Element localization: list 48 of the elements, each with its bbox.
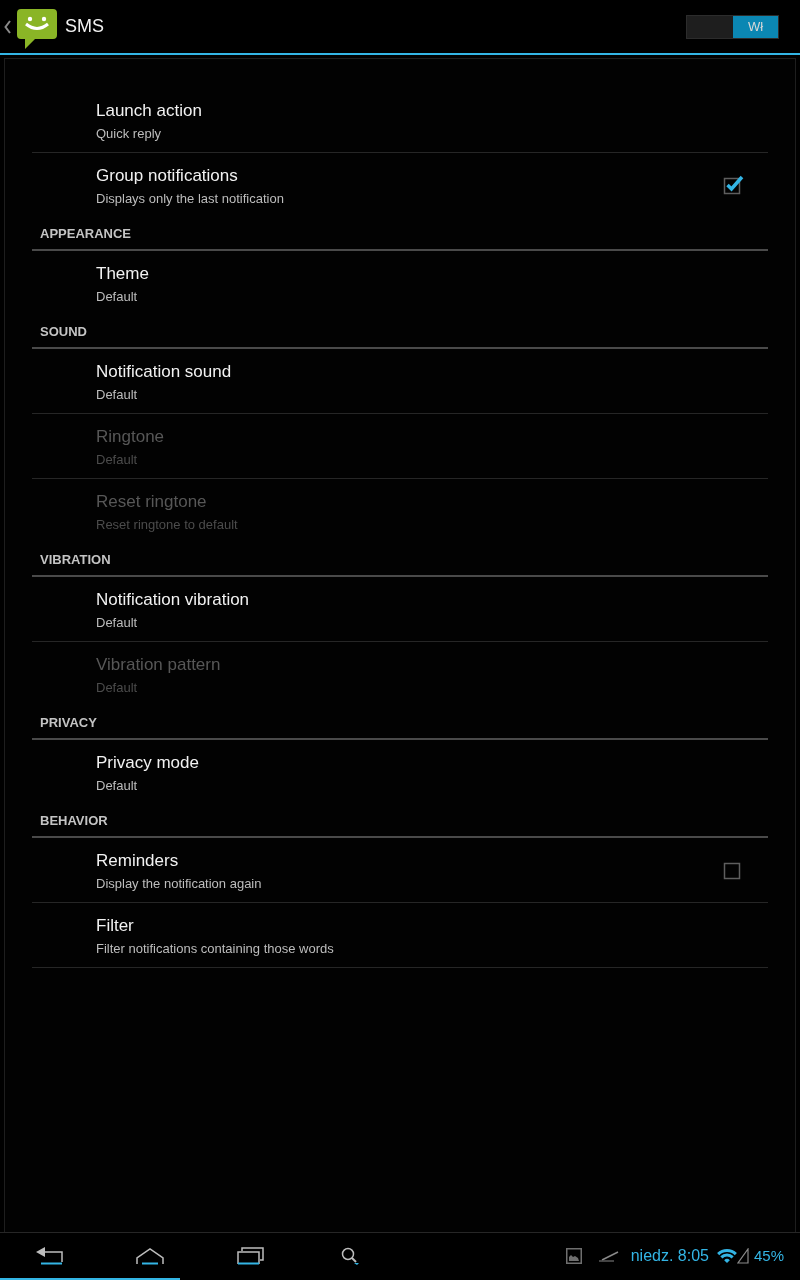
preference-row[interactable]: Reminders Display the notification again — [32, 838, 768, 903]
clock-text[interactable]: niedz. 8:05 — [630, 1246, 709, 1265]
preference-summary: Default — [96, 615, 138, 631]
preference-summary: Displays only the last notification — [96, 191, 284, 207]
preference-title: Filter — [96, 916, 134, 936]
preference-row[interactable]: Group notifications Displays only the last notification — [32, 153, 768, 218]
preference-title: Notification vibration — [96, 590, 250, 610]
section-header: APPEARANCE — [32, 218, 768, 251]
home-icon — [136, 1246, 164, 1265]
preference-summary: Default — [96, 289, 138, 305]
preference-summary: Display the notification again — [96, 876, 262, 892]
preference-title: Vibration pattern — [96, 655, 221, 675]
preference-title: Theme — [96, 264, 149, 284]
back-caret-icon[interactable] — [4, 19, 11, 34]
preference-row[interactable]: Notification sound Default — [32, 349, 768, 414]
preference-row[interactable]: Notification vibration Default — [32, 577, 768, 642]
preference-row[interactable]: Theme Default — [32, 251, 768, 316]
preference-summary: Filter notifications containing those words — [96, 941, 334, 957]
app-title: SMS — [65, 16, 104, 37]
section-header: SOUND — [32, 316, 768, 349]
search-icon — [341, 1246, 359, 1265]
signal-icon[interactable] — [736, 1247, 749, 1264]
pen-icon[interactable] — [598, 1249, 619, 1262]
preference-row[interactable]: Launch action Quick reply — [32, 88, 768, 153]
image-icon[interactable] — [565, 1247, 582, 1264]
preference-summary: Default — [96, 452, 138, 468]
battery-text[interactable]: 45% — [753, 1247, 784, 1264]
preference-summary: Default — [96, 387, 138, 403]
preference-row[interactable]: Privacy mode Default — [32, 740, 768, 805]
section-header: BEHAVIOR — [32, 805, 768, 838]
preference-title: Group notifications — [96, 166, 238, 186]
preference-title: Notification sound — [96, 362, 232, 382]
section-header: VIBRATION — [32, 544, 768, 577]
preference-title: Launch action — [96, 101, 202, 121]
preference-summary: Quick reply — [96, 126, 162, 142]
preference-title: Reset ringtone — [96, 492, 207, 512]
preference-summary: Default — [96, 778, 138, 794]
wifi-icon[interactable] — [716, 1247, 737, 1264]
back-icon — [36, 1246, 64, 1265]
preference-title: Privacy mode — [96, 753, 199, 773]
preference-title: Ringtone — [96, 427, 165, 447]
preference-row[interactable]: Filter Filter notifications containing those words — [32, 903, 768, 968]
preference-summary: Reset ringtone to default — [96, 517, 238, 533]
smiley-chat-icon[interactable] — [17, 8, 57, 49]
preference-summary: Default — [96, 680, 138, 696]
recent-apps-icon — [236, 1246, 264, 1265]
section-header: PRIVACY — [32, 707, 768, 740]
preference-title: Reminders — [96, 851, 179, 871]
